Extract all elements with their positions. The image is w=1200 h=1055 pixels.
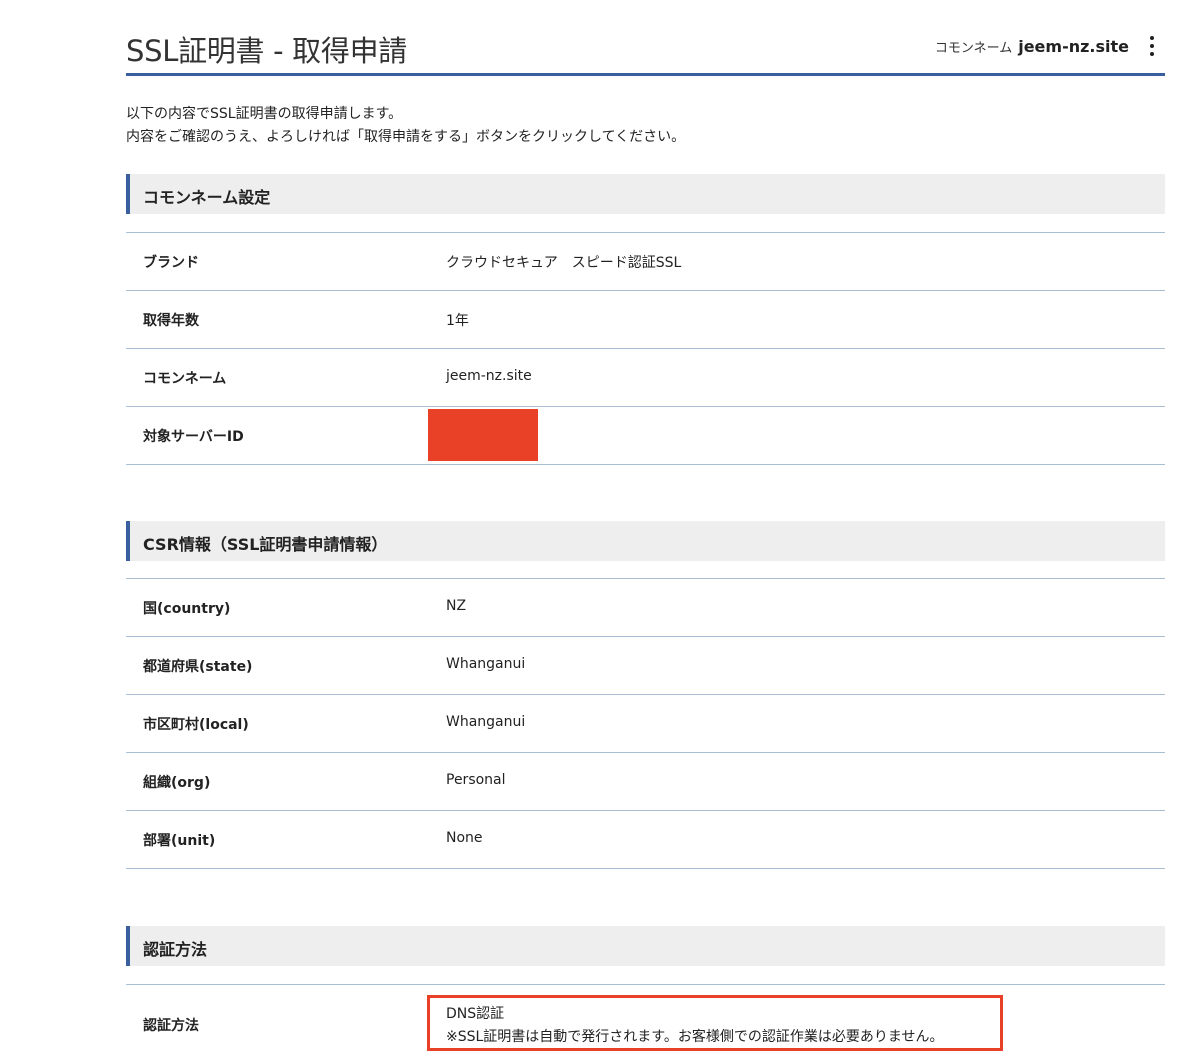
row-label: 国(country) xyxy=(143,601,231,617)
kebab-menu-icon[interactable] xyxy=(1147,36,1157,56)
kebab-dot xyxy=(1150,52,1154,56)
row-label: 都道府県(state) xyxy=(143,659,253,675)
auth-method-value: DNS認証 xyxy=(446,1006,505,1022)
row-value: None xyxy=(446,830,483,846)
auth-method-row: 認証方法 DNS認証 ※SSL証明書は自動で発行されます。お客様側での認証作業は… xyxy=(126,984,1165,1055)
section-title: 認証方法 xyxy=(143,940,208,959)
table-row: 国(country) NZ xyxy=(126,579,1165,637)
row-label: 部署(unit) xyxy=(143,833,216,849)
page-header: SSL証明書 - 取得申請 コモンネーム jeem-nz.site xyxy=(126,0,1165,76)
common-name-table: ブランド クラウドセキュア スピード認証SSL 取得年数 1年 コモンネーム j… xyxy=(126,232,1165,465)
csr-table: 国(country) NZ 都道府県(state) Whanganui 市区町村… xyxy=(126,578,1165,869)
common-name-label: コモンネーム xyxy=(934,40,1013,56)
intro-text: 以下の内容でSSL証明書の取得申請します。 内容をご確認のうえ、よろしければ「取… xyxy=(126,103,685,149)
table-row: コモンネーム jeem-nz.site xyxy=(126,349,1165,407)
table-row: ブランド クラウドセキュア スピード認証SSL xyxy=(126,233,1165,291)
row-value: Personal xyxy=(446,772,506,788)
section-heading-auth: 認証方法 xyxy=(126,926,1165,966)
page: SSL証明書 - 取得申請 コモンネーム jeem-nz.site 以下の内容で… xyxy=(0,0,1200,1055)
row-label: 市区町村(local) xyxy=(143,717,249,733)
table-row: 対象サーバーID xyxy=(126,407,1165,465)
section-title: コモンネーム設定 xyxy=(143,188,271,207)
table-row: 組織(org) Personal xyxy=(126,753,1165,811)
section-heading-common-name: コモンネーム設定 xyxy=(126,174,1165,214)
redacted-server-id xyxy=(428,409,538,461)
row-label: 取得年数 xyxy=(143,313,199,329)
auth-method-note: ※SSL証明書は自動で発行されます。お客様側での認証作業は必要ありません。 xyxy=(446,1029,944,1045)
row-label: 組織(org) xyxy=(143,775,211,791)
intro-line-1: 以下の内容でSSL証明書の取得申請します。 xyxy=(126,106,403,122)
row-label: 対象サーバーID xyxy=(143,429,244,445)
row-label: 認証方法 xyxy=(143,1018,199,1034)
page-title: SSL証明書 - 取得申請 xyxy=(126,34,407,68)
row-value: 1年 xyxy=(446,313,469,329)
row-label: コモンネーム xyxy=(143,371,227,387)
row-label: ブランド xyxy=(143,255,199,271)
table-row: 部署(unit) None xyxy=(126,811,1165,869)
row-value: NZ xyxy=(446,598,467,614)
row-value: クラウドセキュア スピード認証SSL xyxy=(446,255,682,271)
kebab-dot xyxy=(1150,36,1154,40)
section-heading-csr: CSR情報（SSL証明書申請情報） xyxy=(126,521,1165,561)
table-row: 市区町村(local) Whanganui xyxy=(126,695,1165,753)
kebab-dot xyxy=(1150,44,1154,48)
section-title: CSR情報（SSL証明書申請情報） xyxy=(143,535,388,554)
table-row: 取得年数 1年 xyxy=(126,291,1165,349)
intro-line-2: 内容をご確認のうえ、よろしければ「取得申請をする」ボタンをクリックしてください。 xyxy=(126,129,686,145)
row-value: Whanganui xyxy=(446,656,526,672)
row-value: Whanganui xyxy=(446,714,526,730)
auth-method-highlight: DNS認証 ※SSL証明書は自動で発行されます。お客様側での認証作業は必要ありま… xyxy=(427,995,1003,1051)
header-common-name: コモンネーム jeem-nz.site xyxy=(935,36,1157,56)
table-row: 都道府県(state) Whanganui xyxy=(126,637,1165,695)
row-value: jeem-nz.site xyxy=(446,368,532,384)
common-name-value: jeem-nz.site xyxy=(1018,36,1129,56)
